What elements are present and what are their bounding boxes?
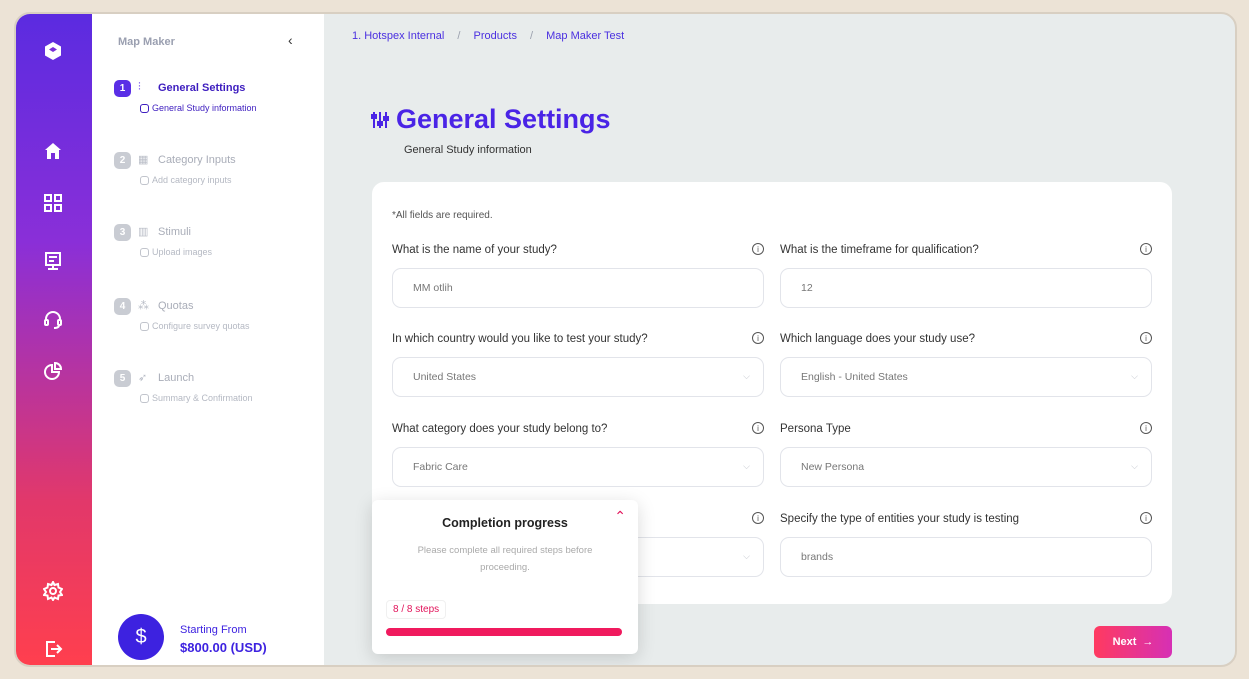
category-select[interactable]: Fabric Care xyxy=(392,447,764,487)
chevron-down-icon: ⌵ xyxy=(1131,371,1138,381)
steps-count-badge: 8 / 8 steps xyxy=(386,600,447,619)
step-substep[interactable]: Upload images xyxy=(140,247,212,257)
step-title: Quotas xyxy=(158,300,194,312)
app-window: Map Maker ‹ 1 ⫶ General Settings General… xyxy=(14,12,1237,667)
sliders-icon: ⫶ xyxy=(138,81,141,93)
logout-icon[interactable] xyxy=(38,634,68,664)
substep-checkbox-icon xyxy=(140,103,149,113)
step-substep[interactable]: Configure survey quotas xyxy=(140,321,250,331)
study-name-input[interactable]: MM otlih xyxy=(392,268,764,308)
info-icon[interactable]: i xyxy=(1140,422,1152,434)
info-icon[interactable]: i xyxy=(752,332,764,344)
image-chart-icon: ▥ xyxy=(138,226,149,238)
sliders-icon xyxy=(370,110,390,135)
breadcrumb-item[interactable]: Products xyxy=(474,30,517,42)
info-icon[interactable]: i xyxy=(1140,332,1152,344)
breadcrumb-separator: / xyxy=(530,30,534,42)
required-note: *All fields are required. xyxy=(392,210,493,221)
collapse-popup-icon[interactable]: ⌃ xyxy=(614,508,626,525)
info-icon[interactable]: i xyxy=(1140,512,1152,524)
field-label: Persona Type xyxy=(780,423,851,435)
field-label: Specify the type of entities your study … xyxy=(780,513,1020,525)
chevron-down-icon: ⌵ xyxy=(1131,461,1138,471)
dashboard-grid-icon[interactable] xyxy=(38,188,68,218)
info-icon[interactable]: i xyxy=(1140,243,1152,255)
progress-bar xyxy=(386,628,622,636)
step-title: Stimuli xyxy=(158,226,192,238)
next-label: Next xyxy=(1112,636,1137,648)
home-icon[interactable] xyxy=(38,136,68,166)
step-number: 2 xyxy=(114,152,131,169)
dollar-icon: $ xyxy=(118,614,164,660)
language-select[interactable]: English - United States xyxy=(780,357,1152,397)
price-label: Starting From xyxy=(180,624,247,636)
timeframe-input[interactable]: 12 xyxy=(780,268,1152,308)
rocket-icon: ➶ xyxy=(138,372,148,384)
main-content: 1. Hotspex Internal / Products / Map Mak… xyxy=(324,14,1235,665)
icon-rail xyxy=(16,14,92,665)
arrow-right-icon: → xyxy=(1142,636,1154,648)
steps-panel: Map Maker ‹ 1 ⫶ General Settings General… xyxy=(92,14,324,665)
breadcrumb: 1. Hotspex Internal / Products / Map Mak… xyxy=(352,30,624,42)
field-label: Which language does your study use? xyxy=(780,333,975,345)
collapse-sidebar-button[interactable]: ‹ xyxy=(288,32,293,48)
hierarchy-icon: ⁂ xyxy=(138,300,149,312)
substep-checkbox-icon xyxy=(140,175,149,185)
chevron-down-icon: ⌵ xyxy=(743,461,750,471)
step-substep[interactable]: Summary & Confirmation xyxy=(140,393,253,403)
field-label: In which country would you like to test … xyxy=(392,333,648,345)
breadcrumb-item[interactable]: 1. Hotspex Internal xyxy=(352,30,444,42)
presentation-icon[interactable] xyxy=(38,246,68,276)
step-number: 5 xyxy=(114,370,131,387)
breadcrumb-item[interactable]: Map Maker Test xyxy=(546,30,624,42)
chevron-down-icon: ⌵ xyxy=(743,371,750,381)
page-title: General Settings xyxy=(396,104,611,134)
info-icon[interactable]: i xyxy=(752,422,764,434)
field-label: What category does your study belong to? xyxy=(392,423,608,435)
country-select[interactable]: United States xyxy=(392,357,764,397)
headset-support-icon[interactable] xyxy=(38,304,68,334)
breadcrumb-separator: / xyxy=(457,30,461,42)
step-title: General Settings xyxy=(158,82,246,94)
step-number: 4 xyxy=(114,298,131,315)
step-title: Launch xyxy=(158,372,195,384)
step-substep[interactable]: Add category inputs xyxy=(140,175,232,185)
step-number: 1 xyxy=(114,80,131,97)
popup-description: Please complete all required steps befor… xyxy=(417,545,593,573)
chevron-down-icon: ⌵ xyxy=(743,551,750,561)
substep-checkbox-icon xyxy=(140,321,149,331)
substep-checkbox-icon xyxy=(140,393,149,403)
field-label: What is the timeframe for qualification? xyxy=(780,244,979,256)
logo-icon[interactable] xyxy=(38,36,68,66)
step-title: Category Inputs xyxy=(158,154,236,166)
grid-icon: ▦ xyxy=(138,154,149,166)
field-label: What is the name of your study? xyxy=(392,244,557,256)
entities-input[interactable]: brands xyxy=(780,537,1152,577)
next-button[interactable]: Next → xyxy=(1094,626,1172,658)
substep-checkbox-icon xyxy=(140,247,149,257)
step-number: 3 xyxy=(114,224,131,241)
step-substep[interactable]: General Study information xyxy=(140,103,257,113)
info-icon[interactable]: i xyxy=(752,512,764,524)
app-name: Map Maker xyxy=(118,36,175,48)
settings-gear-icon[interactable] xyxy=(38,576,68,606)
info-icon[interactable]: i xyxy=(752,243,764,255)
price-amount: $800.00 (USD) xyxy=(180,640,267,655)
popup-title: Completion progress xyxy=(442,516,568,530)
persona-select[interactable]: New Persona xyxy=(780,447,1152,487)
page-subtitle: General Study information xyxy=(404,144,532,156)
completion-progress-popup: Completion progress ⌃ Please complete al… xyxy=(372,500,638,654)
progress-bar-fill xyxy=(386,628,622,636)
pie-chart-icon[interactable] xyxy=(38,356,68,386)
